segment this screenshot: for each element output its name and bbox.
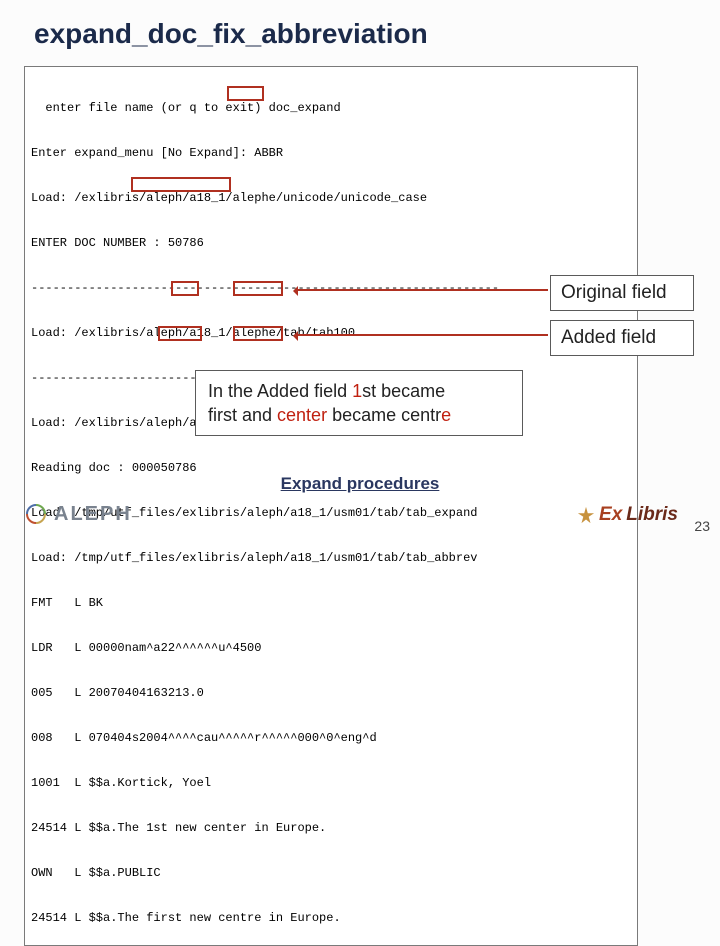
terminal-line: 24514 L $$a.The first new centre in Euro… [31, 911, 631, 926]
terminal-line: 005 L 20070404163213.0 [31, 686, 631, 701]
page-title: expand_doc_fix_abbreviation [0, 0, 720, 56]
terminal-line: LDR L 00000nam^a22^^^^^^u^4500 [31, 641, 631, 656]
explain-box: In the Added field 1st became first and … [195, 370, 523, 436]
explain-text: e [441, 405, 451, 425]
exlibris-logo: ExLibris [577, 504, 678, 526]
terminal-line: Enter expand_menu [No Expand]: ABBR [31, 146, 631, 161]
callout-original-field: Original field [550, 275, 694, 311]
terminal-line: 1001 L $$a.Kortick, Yoel [31, 776, 631, 791]
terminal-line: enter file name (or q to exit) doc_expan… [31, 101, 631, 116]
explain-text: st became [362, 381, 445, 401]
aleph-logo: ALEPH [24, 502, 132, 526]
exlibris-logo-ex: Ex [599, 504, 622, 526]
callout-added-field: Added field [550, 320, 694, 356]
terminal-line: Load: /exlibris/aleph/a18_1/alephe/tab/t… [31, 326, 631, 341]
explain-text: center [277, 405, 327, 425]
explain-text: In the Added field [208, 381, 352, 401]
terminal-line: 24514 L $$a.The 1st new center in Europe… [31, 821, 631, 836]
explain-text: first and [208, 405, 277, 425]
star-icon [577, 506, 595, 524]
explain-text: became centr [327, 405, 441, 425]
exlibris-logo-libris: Libris [626, 504, 678, 526]
explain-text: 1 [352, 381, 362, 401]
terminal-line: Load: /exlibris/aleph/a18_1/alephe/unico… [31, 191, 631, 206]
terminal-line: ENTER DOC NUMBER : 50786 [31, 236, 631, 251]
terminal-line: FMT L BK [31, 596, 631, 611]
terminal-line: ----------------------------------------… [31, 281, 631, 296]
whirl-icon [24, 502, 48, 526]
expand-procedures-link[interactable]: Expand procedures [0, 474, 720, 494]
terminal-line: Load: /tmp/utf_files/exlibris/aleph/a18_… [31, 551, 631, 566]
page-number: 23 [694, 518, 710, 534]
terminal-line: 008 L 070404s2004^^^^cau^^^^^r^^^^^000^0… [31, 731, 631, 746]
terminal-line: OWN L $$a.PUBLIC [31, 866, 631, 881]
aleph-logo-text: ALEPH [54, 503, 132, 526]
